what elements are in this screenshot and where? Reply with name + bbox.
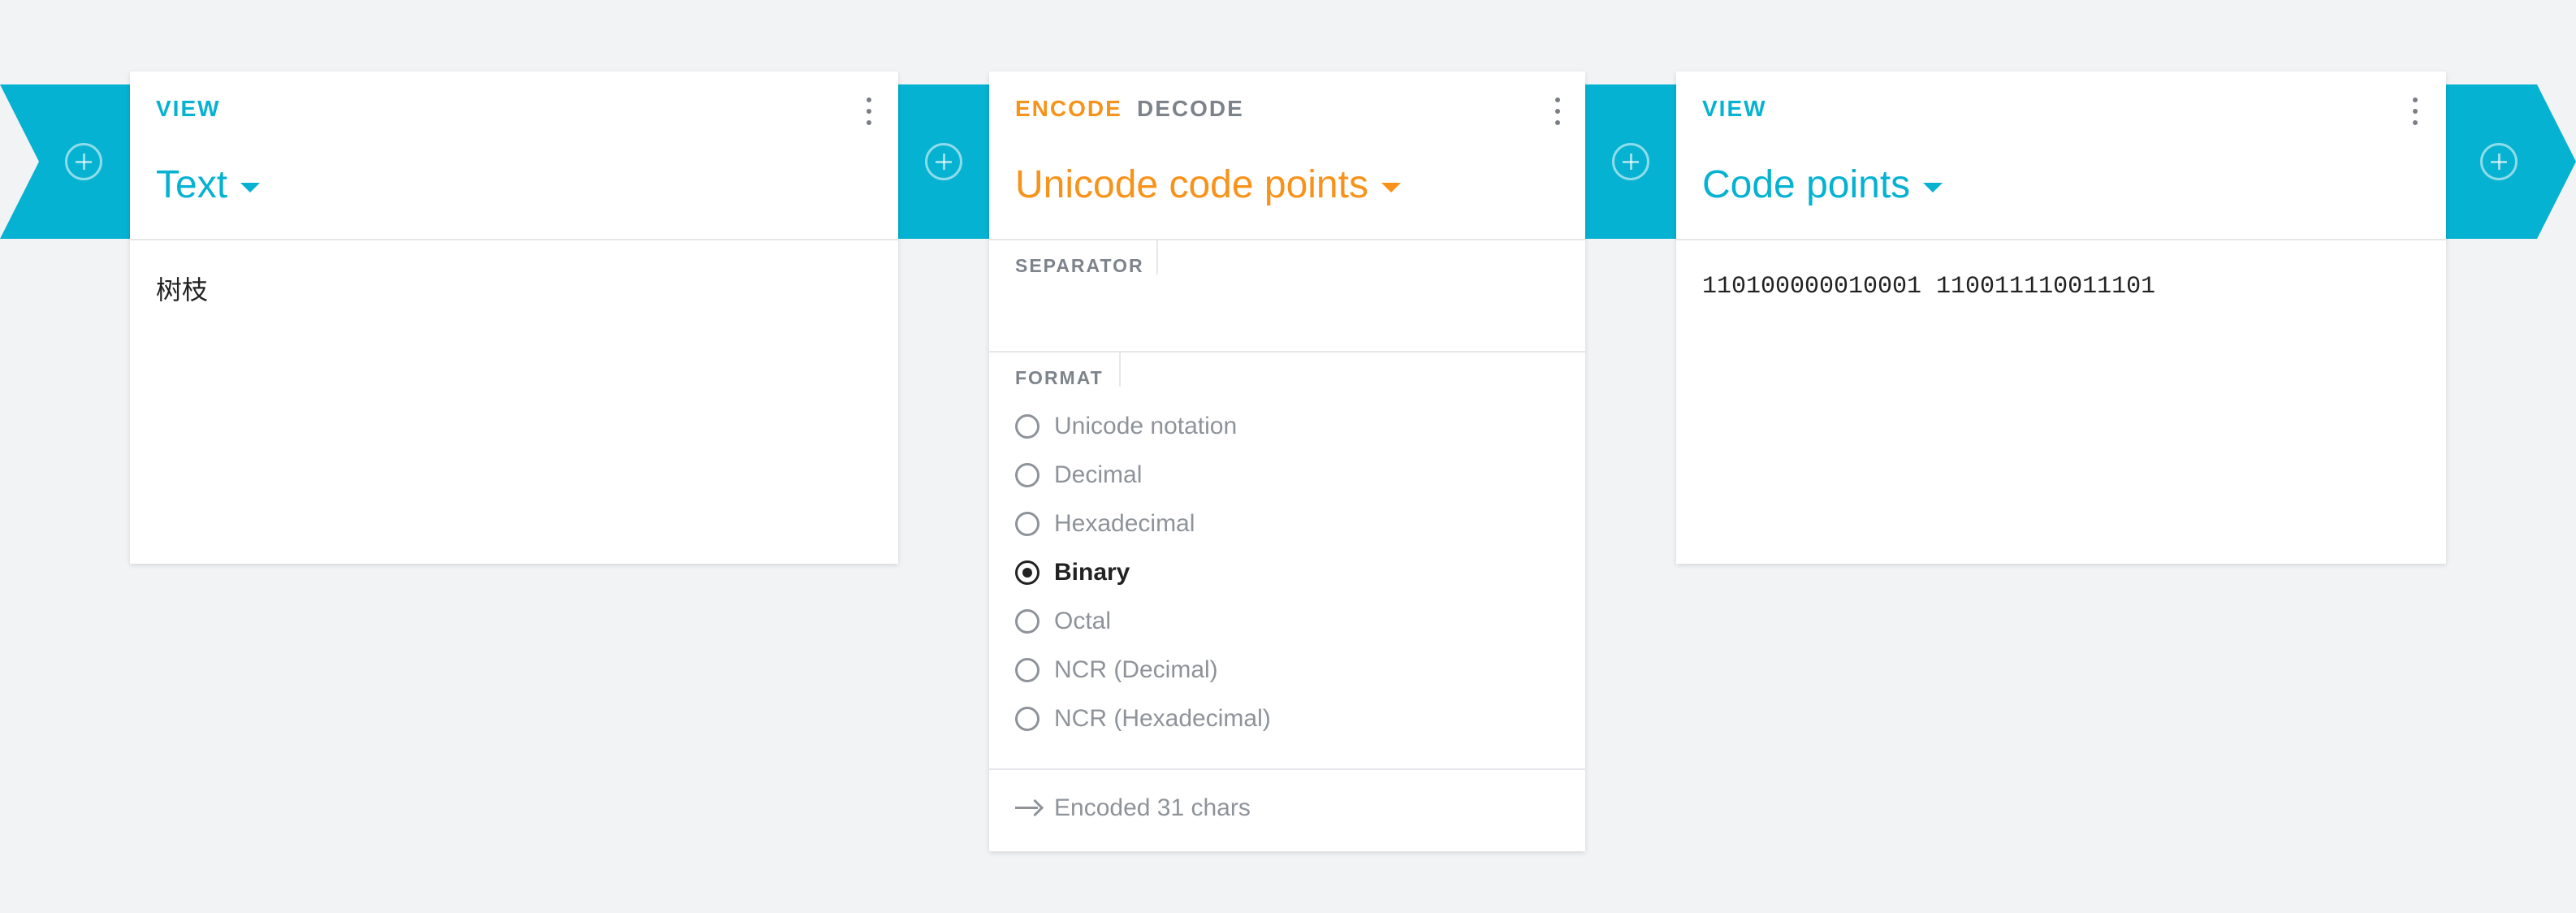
option-label: Binary (1054, 559, 1130, 586)
more-vert-icon[interactable] (1554, 97, 1561, 130)
card-title: Code points (1702, 163, 1911, 206)
text-view-card: VIEW Text 树枝 (130, 71, 898, 564)
radio-unchecked-icon[interactable] (1015, 609, 1039, 634)
encoder-card: ENCODE DECODE Unicode code points SEPARA… (989, 71, 1585, 851)
pipeline-end-chevron (2446, 84, 2576, 239)
format-option-unicode-notation[interactable]: Unicode notation (1015, 413, 1237, 440)
more-vert-icon[interactable] (2412, 97, 2418, 130)
card-title: Text (156, 163, 228, 206)
format-option-octal[interactable]: Octal (1015, 608, 1111, 635)
format-option-ncr-decimal[interactable]: NCR (Decimal) (1015, 656, 1218, 684)
more-vert-icon[interactable] (866, 97, 872, 130)
option-label: Unicode notation (1054, 413, 1238, 439)
option-label: NCR (Hexadecimal) (1054, 705, 1271, 732)
card-header: VIEW Code points (1676, 71, 2446, 240)
option-label: Octal (1054, 608, 1112, 634)
option-label: NCR (Decimal) (1054, 656, 1218, 683)
option-label: Decimal (1054, 461, 1143, 488)
plus-circle-icon[interactable] (1612, 143, 1649, 180)
card-header: VIEW Text (130, 71, 898, 240)
caret-down-icon (1381, 182, 1401, 193)
card-title: Unicode code points (1015, 163, 1368, 206)
status-text: Encoded 31 chars (1054, 794, 1251, 821)
divider (989, 768, 1585, 770)
encoder-title[interactable]: Unicode code points (1015, 162, 1401, 207)
code-points-title[interactable]: Code points (1702, 162, 1943, 207)
radio-unchecked-icon[interactable] (1015, 512, 1039, 536)
radio-unchecked-icon[interactable] (1015, 463, 1039, 487)
separator-label: SEPARATOR (1015, 255, 1144, 276)
format-option-decimal[interactable]: Decimal (1015, 461, 1142, 489)
radio-unchecked-icon[interactable] (1015, 707, 1039, 731)
text-view-title[interactable]: Text (156, 162, 261, 207)
radio-checked-icon[interactable] (1015, 560, 1039, 585)
pipeline-start-chevron (0, 84, 130, 239)
text-content-area[interactable]: 树枝 (156, 270, 208, 307)
format-option-ncr-hexadecimal[interactable]: NCR (Hexadecimal) (1015, 705, 1271, 733)
plus-circle-icon[interactable] (925, 143, 962, 180)
view-label: VIEW (1702, 96, 1767, 121)
view-label: VIEW (156, 96, 221, 121)
radio-unchecked-icon[interactable] (1015, 658, 1039, 682)
plus-circle-icon[interactable] (2480, 143, 2518, 180)
caret-down-icon (1923, 182, 1943, 193)
format-label: FORMAT (1015, 367, 1104, 388)
option-label: Hexadecimal (1054, 510, 1195, 537)
pipeline-connector-2 (1585, 84, 1676, 239)
format-option-binary[interactable]: Binary (1015, 559, 1130, 586)
code-points-output[interactable]: 110100000010001 110011110011101 (1702, 273, 2155, 301)
encode-status: Encoded 31 chars (1015, 794, 1251, 822)
caret-down-icon (240, 182, 261, 193)
separator-input[interactable] (1015, 284, 1559, 333)
divider (989, 351, 1585, 353)
plus-circle-icon[interactable] (65, 143, 102, 180)
card-header: ENCODE DECODE Unicode code points (989, 71, 1585, 240)
format-option-hexadecimal[interactable]: Hexadecimal (1015, 510, 1195, 538)
divider (1119, 353, 1121, 387)
tab-encode[interactable]: ENCODE (1015, 96, 1122, 122)
radio-unchecked-icon[interactable] (1015, 414, 1039, 439)
arrow-right-icon (1015, 800, 1043, 816)
pipeline-connector-1 (898, 84, 989, 239)
tab-decode[interactable]: DECODE (1137, 96, 1244, 122)
divider (1156, 240, 1158, 275)
code-points-view-card: VIEW Code points 110100000010001 1100111… (1676, 71, 2446, 564)
